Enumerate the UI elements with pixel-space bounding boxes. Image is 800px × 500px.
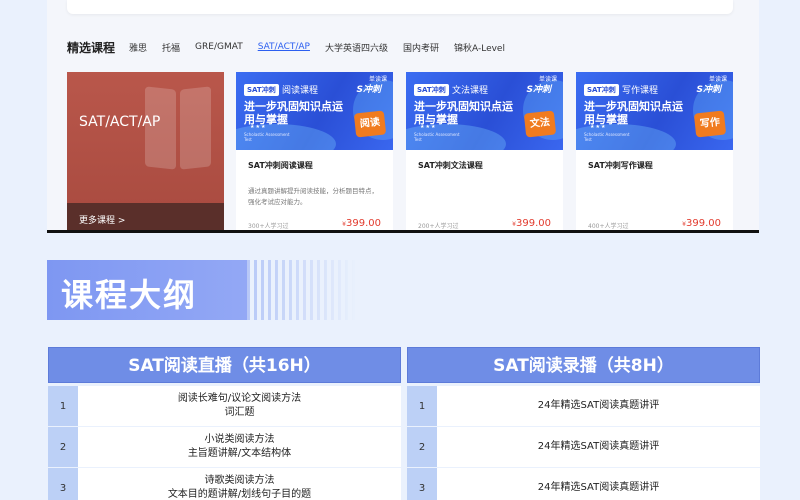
top-banner-strip — [67, 0, 733, 14]
category-promo-card[interactable]: SAT/ACT/AP 更多课程 > — [67, 72, 224, 233]
table-row: 1 阅读长难句/议论文阅读方法 词汇题 — [48, 386, 401, 427]
banner-title: 写作课程 — [622, 86, 659, 96]
row-number: 3 — [407, 468, 437, 500]
tab-postgraduate[interactable]: 国内考研 — [403, 41, 439, 54]
tab-ielts[interactable]: 雅思 — [129, 41, 147, 54]
brand-logo: S冲刺 — [356, 85, 381, 95]
table-row: 2 24年精选SAT阅读真题讲评 — [407, 427, 760, 468]
table-row: 2 小说类阅读方法 主旨题讲解/文本结构体 — [48, 427, 401, 468]
table-row: 3 24年精选SAT阅读真题讲评 — [407, 468, 760, 500]
banner-headline: 进一步巩固知识点运用与掌握 — [244, 100, 343, 126]
row-number: 1 — [407, 386, 437, 426]
course-chip: SAT冲刺 — [414, 84, 449, 96]
outline-live-column: SAT阅读直播（共16H） 1 阅读长难句/议论文阅读方法 词汇题 2 小说类阅… — [48, 347, 401, 500]
row-line: 24年精选SAT阅读真题讲评 — [537, 441, 660, 452]
price-value: 399.00 — [346, 218, 381, 229]
brand-logo: S冲刺 — [526, 85, 551, 95]
course-name[interactable]: SAT冲刺写作课程 — [588, 160, 653, 171]
section-title: 课程大纲 — [61, 276, 198, 314]
table-row: 3 诗歌类阅读方法 文本目的题讲解/划线句子目的题 — [48, 468, 401, 500]
brand-logo: S冲刺 — [696, 85, 721, 95]
row-line: 词汇题 — [224, 407, 255, 418]
banner-subtitle: Scholastic Assessment Test — [414, 132, 460, 142]
row-number: 2 — [48, 427, 78, 467]
nav-title: 精选课程 — [67, 40, 116, 55]
promo-footer: 更多课程 > — [67, 203, 224, 233]
price-value: 399.00 — [686, 218, 721, 229]
panel-divider — [47, 230, 759, 233]
section-stripe-decoration — [247, 260, 357, 320]
course-price: ¥399.00 — [682, 218, 721, 229]
course-banner: SAT冲刺 阅读课程 单读课 S冲刺 进一步巩固知识点运用与掌握 ★★★ Sch… — [236, 72, 393, 150]
course-chip: SAT冲刺 — [584, 84, 619, 96]
outline-recorded-column: SAT阅读录播（共8H） 1 24年精选SAT阅读真题讲评 2 24年精选SAT… — [407, 347, 760, 500]
tab-cet[interactable]: 大学英语四六级 — [325, 41, 388, 54]
row-line: 文本目的题讲解/划线句子目的题 — [167, 489, 312, 500]
row-line: 24年精选SAT阅读真题讲评 — [537, 482, 660, 493]
banner-title: 阅读课程 — [282, 86, 319, 96]
row-line: 主旨题讲解/文本结构体 — [187, 448, 292, 459]
banner-title: 文法课程 — [452, 86, 489, 96]
course-screenshot-panel: 精选课程 雅思 托福 GRE/GMAT SAT/ACT/AP 大学英语四六级 国… — [47, 0, 759, 233]
stars-icon: ★★★ — [420, 124, 437, 130]
banner-headline: 进一步巩固知识点运用与掌握 — [584, 100, 683, 126]
row-line: 阅读长难句/议论文阅读方法 — [177, 393, 302, 404]
outline-header-live: SAT阅读直播（共16H） — [48, 347, 401, 383]
tab-sat-act-ap[interactable]: SAT/ACT/AP — [258, 42, 310, 52]
section-header: 课程大纲 — [47, 260, 247, 320]
table-row: 1 24年精选SAT阅读真题讲评 — [407, 386, 760, 427]
course-card-writing[interactable]: SAT冲刺 写作课程 单读课 S冲刺 进一步巩固知识点运用与掌握 ★★★ Sch… — [576, 72, 733, 233]
outline-header-recorded: SAT阅读录播（共8H） — [407, 347, 760, 383]
course-description: 通过真题讲解提升阅读技能，分析题目特点，强化考试应对能力。 — [248, 187, 378, 206]
course-card-grammar[interactable]: SAT冲刺 文法课程 单读课 S冲刺 进一步巩固知识点运用与掌握 ★★★ Sch… — [406, 72, 563, 233]
course-card-reading[interactable]: SAT冲刺 阅读课程 单读课 S冲刺 进一步巩固知识点运用与掌握 ★★★ Sch… — [236, 72, 393, 233]
course-chip: SAT冲刺 — [244, 84, 279, 96]
row-content: 阅读长难句/议论文阅读方法 词汇题 — [78, 386, 401, 426]
row-line: 24年精选SAT阅读真题讲评 — [537, 400, 660, 411]
course-price: ¥399.00 — [512, 218, 551, 229]
row-number: 2 — [407, 427, 437, 467]
course-name[interactable]: SAT冲刺文法课程 — [418, 160, 483, 171]
price-value: 399.00 — [516, 218, 551, 229]
row-line: 诗歌类阅读方法 — [204, 475, 275, 486]
promo-title: SAT/ACT/AP — [79, 114, 161, 130]
row-line: 小说类阅读方法 — [204, 434, 275, 445]
row-content: 24年精选SAT阅读真题讲评 — [437, 427, 760, 467]
course-nav: 精选课程 雅思 托福 GRE/GMAT SAT/ACT/AP 大学英语四六级 国… — [67, 38, 520, 56]
stars-icon: ★★★ — [250, 124, 267, 130]
learner-count: 300+人学习过 — [248, 223, 289, 230]
banner-subtitle: Scholastic Assessment Test — [584, 132, 630, 142]
row-number: 1 — [48, 386, 78, 426]
learner-count: 200+人学习过 — [418, 223, 459, 230]
subject-seal: 阅读 — [353, 110, 387, 138]
course-name[interactable]: SAT冲刺阅读课程 — [248, 160, 313, 171]
course-banner: SAT冲刺 文法课程 单读课 S冲刺 进一步巩固知识点运用与掌握 ★★★ Sch… — [406, 72, 563, 150]
tab-a-level[interactable]: 锦秋A-Level — [454, 41, 505, 54]
banner-headline: 进一步巩固知识点运用与掌握 — [414, 100, 513, 126]
row-content: 诗歌类阅读方法 文本目的题讲解/划线句子目的题 — [78, 468, 401, 500]
stars-icon: ★★★ — [590, 124, 607, 130]
course-banner: SAT冲刺 写作课程 单读课 S冲刺 进一步巩固知识点运用与掌握 ★★★ Sch… — [576, 72, 733, 150]
tab-toefl[interactable]: 托福 — [162, 41, 180, 54]
course-price: ¥399.00 — [342, 218, 381, 229]
row-number: 3 — [48, 468, 78, 500]
tab-gre-gmat[interactable]: GRE/GMAT — [195, 42, 243, 52]
banner-subtitle: Scholastic Assessment Test — [244, 132, 290, 142]
more-courses-link[interactable]: 更多课程 > — [79, 213, 125, 226]
learner-count: 400+人学习过 — [588, 223, 629, 230]
subject-seal: 文法 — [523, 110, 557, 138]
row-content: 24年精选SAT阅读真题讲评 — [437, 386, 760, 426]
row-content: 24年精选SAT阅读真题讲评 — [437, 468, 760, 500]
subject-seal: 写作 — [693, 110, 727, 138]
row-content: 小说类阅读方法 主旨题讲解/文本结构体 — [78, 427, 401, 467]
